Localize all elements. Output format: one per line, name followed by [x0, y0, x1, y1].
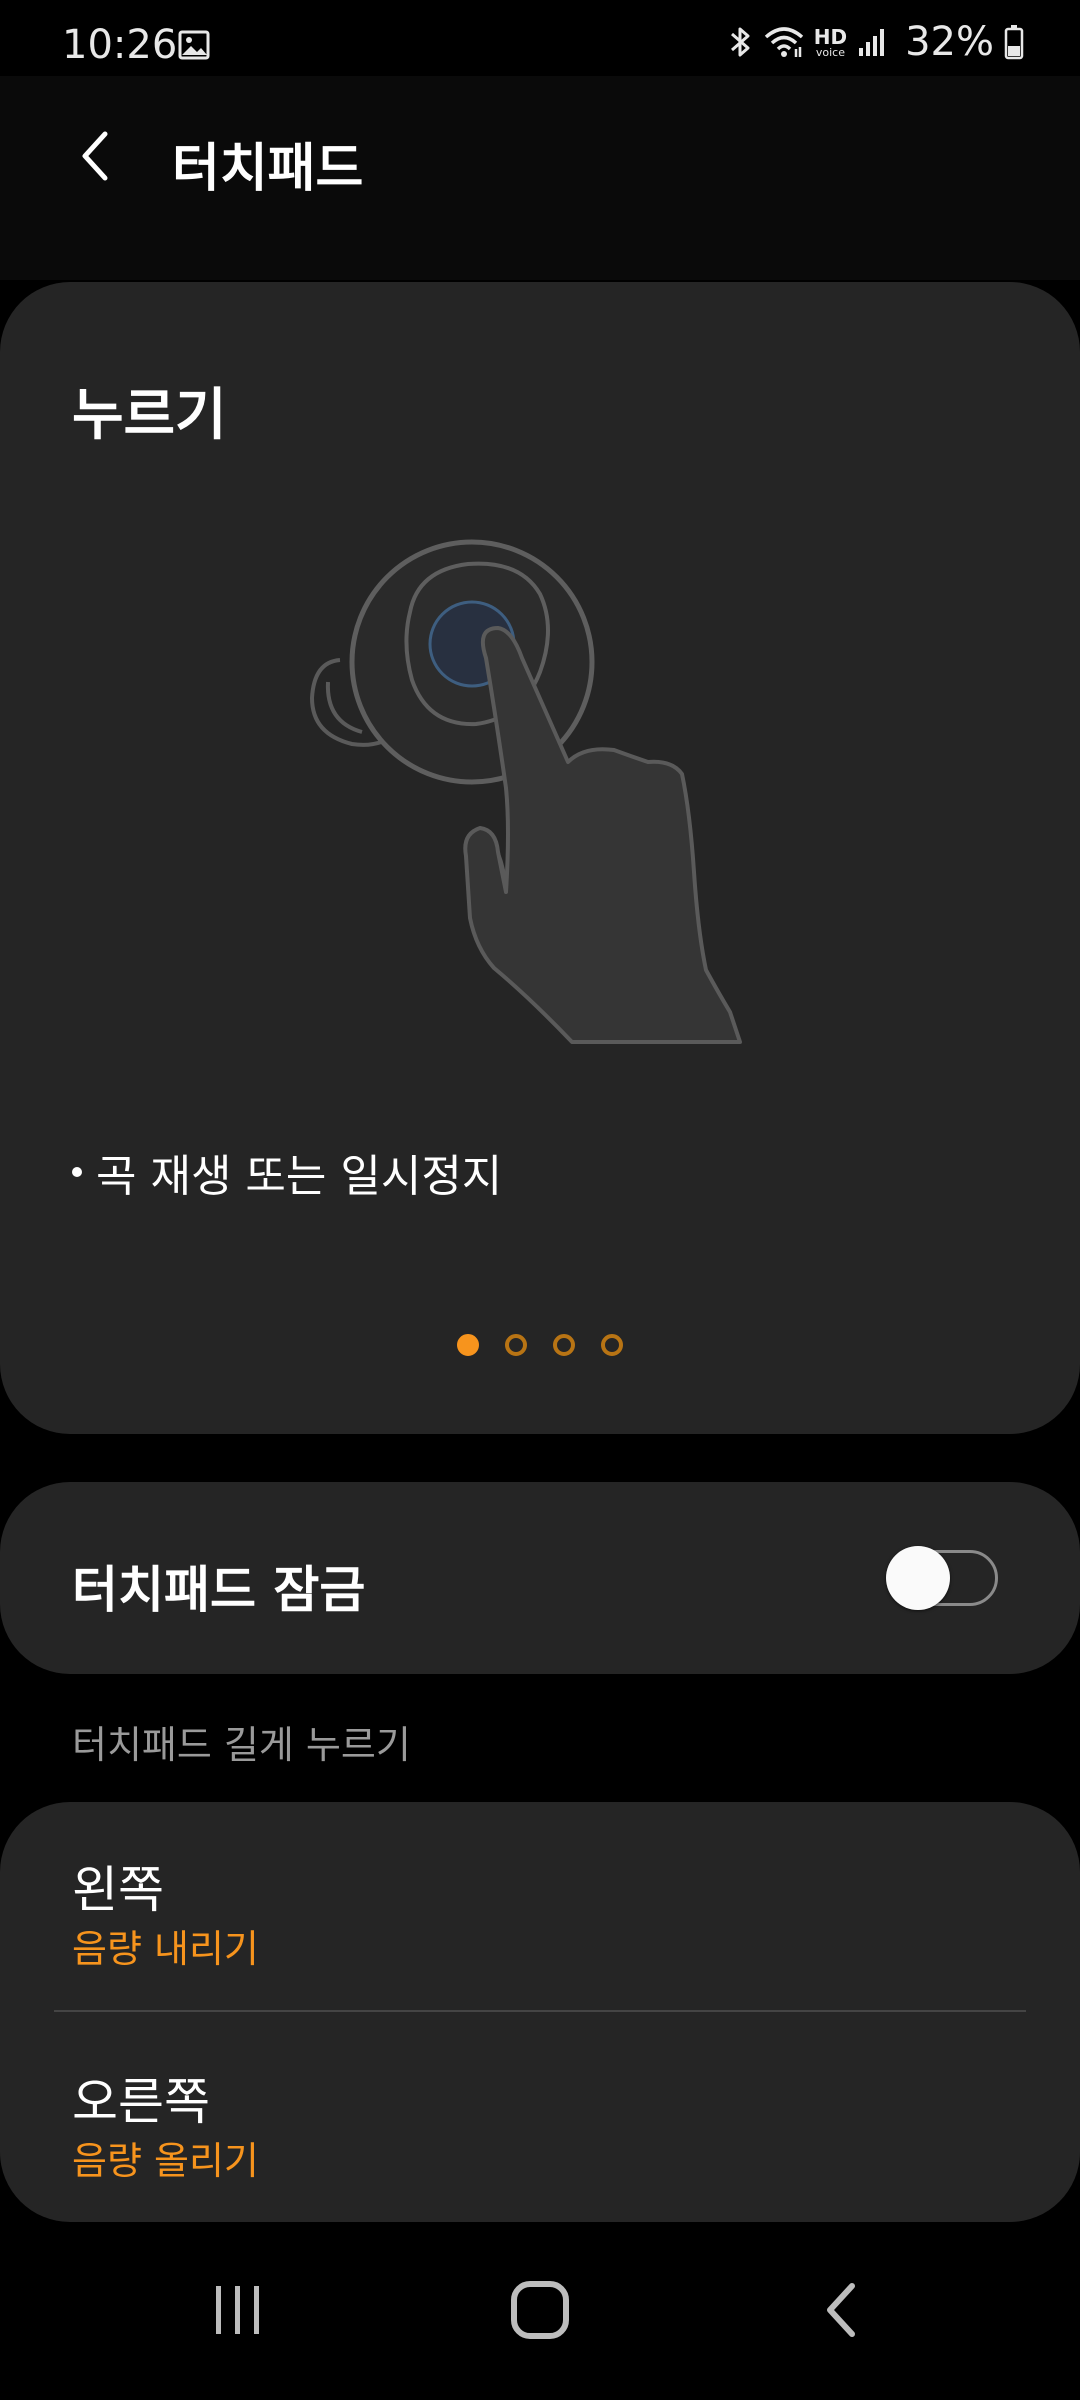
long-press-right-title: 오른쪽 [72, 2073, 210, 2131]
hd-label: HD [813, 24, 848, 49]
page-indicator [0, 1334, 1080, 1356]
bluetooth-icon [728, 24, 754, 60]
long-press-card: 왼쪽 음량 내리기 오른쪽 음량 올리기 [0, 1802, 1080, 2222]
long-press-right-value: 음량 올리기 [72, 2139, 259, 2183]
long-press-right-item[interactable]: 오른쪽 음량 올리기 [0, 2014, 1080, 2214]
touchpad-lock-toggle[interactable] [886, 1544, 1000, 1610]
voice-label: voice [815, 45, 845, 59]
page-dot-1[interactable] [457, 1334, 479, 1356]
status-icons: HD voice 32% [728, 19, 1024, 65]
page-title: 터치패드 [172, 139, 364, 199]
battery-percent: 32% [905, 19, 994, 65]
long-press-left-title: 왼쪽 [72, 1861, 164, 1919]
touchpad-lock-label: 터치패드 잠금 [72, 1561, 366, 1619]
recents-button[interactable] [178, 2270, 298, 2350]
chevron-left-icon [82, 131, 108, 181]
page-dot-3[interactable] [553, 1334, 575, 1356]
wifi-icon [764, 25, 804, 59]
hd-voice-icon: HD voice [814, 27, 847, 58]
gesture-description: 곡 재생 또는 일시정지 [72, 1140, 502, 1204]
page-dot-4[interactable] [601, 1334, 623, 1356]
system-nav-bar [0, 2230, 1080, 2400]
back-button[interactable] [60, 121, 130, 191]
gesture-title: 누르기 [72, 383, 227, 448]
gallery-icon [178, 30, 210, 60]
touchpad-lock-row[interactable]: 터치패드 잠금 [0, 1482, 1080, 1674]
battery-icon [1004, 24, 1024, 60]
long-press-section-title: 터치패드 길게 누르기 [72, 1723, 411, 1767]
long-press-left-item[interactable]: 왼쪽 음량 내리기 [0, 1802, 1080, 2002]
divider [54, 2010, 1026, 2012]
gesture-description-text: 곡 재생 또는 일시정지 [96, 1151, 503, 1202]
recents-icon [216, 2286, 259, 2334]
home-button[interactable] [480, 2270, 600, 2350]
system-back-button[interactable] [782, 2270, 902, 2350]
gesture-card[interactable]: 누르기 곡 재생 또는 일시정지 [0, 282, 1080, 1434]
home-icon [511, 2281, 569, 2339]
earbud-tap-illustration [300, 512, 820, 1092]
signal-icon [857, 26, 887, 58]
bullet-icon [72, 1167, 82, 1177]
status-bar: 10:26 HD voice 32% [0, 0, 1080, 76]
long-press-left-value: 음량 내리기 [72, 1927, 259, 1971]
app-header: 터치패드 [0, 76, 1080, 280]
toggle-thumb [886, 1546, 950, 1610]
status-time: 10:26 [62, 22, 178, 68]
back-icon [827, 2283, 855, 2337]
page-dot-2[interactable] [505, 1334, 527, 1356]
